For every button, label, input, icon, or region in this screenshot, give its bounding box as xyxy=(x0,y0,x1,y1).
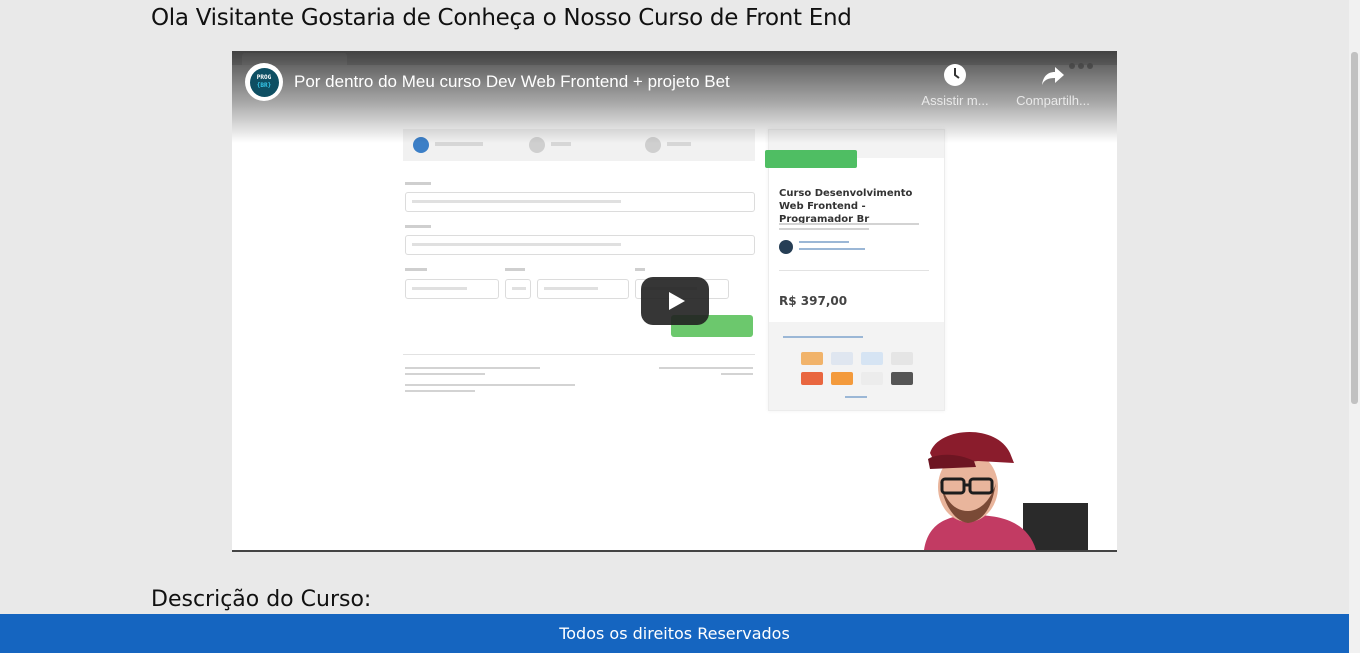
vertical-scrollbar[interactable] xyxy=(1349,0,1360,653)
channel-logo-text-2: {BR} xyxy=(256,82,272,89)
share-arrow-icon xyxy=(1042,67,1064,85)
channel-logo-text: PROG xyxy=(256,74,272,81)
presenter-webcam-image xyxy=(924,431,1088,550)
watch-later-button[interactable]: Assistir m... xyxy=(910,63,1000,108)
youtube-video-embed[interactable]: Curso Desenvolvimento Web Frontend - Pro… xyxy=(232,51,1117,552)
thumbnail-order-summary: Curso Desenvolvimento Web Frontend - Pro… xyxy=(765,129,945,411)
page-title: Ola Visitante Gostaria de Conheça o Noss… xyxy=(151,5,852,31)
thumbnail-price: R$ 397,00 xyxy=(779,294,848,308)
play-button[interactable] xyxy=(641,277,709,325)
clock-icon xyxy=(944,64,966,86)
share-button[interactable]: Compartilh... xyxy=(1008,63,1098,108)
course-description-heading: Descrição do Curso: xyxy=(151,587,372,612)
watch-later-label: Assistir m... xyxy=(921,93,989,108)
video-title-link[interactable]: Por dentro do Meu curso Dev Web Frontend… xyxy=(294,72,730,92)
footer-text: Todos os direitos Reservados xyxy=(559,624,790,643)
footer: Todos os direitos Reservados xyxy=(0,614,1349,653)
thumbnail-course-name: Curso Desenvolvimento Web Frontend - Pro… xyxy=(779,188,913,225)
share-label: Compartilh... xyxy=(1016,93,1090,108)
channel-logo[interactable]: PROG {BR} xyxy=(245,63,283,101)
thumbnail-checkout-form xyxy=(403,129,755,405)
scrollbar-thumb[interactable] xyxy=(1351,52,1358,404)
page: Ola Visitante Gostaria de Conheça o Noss… xyxy=(0,0,1349,653)
